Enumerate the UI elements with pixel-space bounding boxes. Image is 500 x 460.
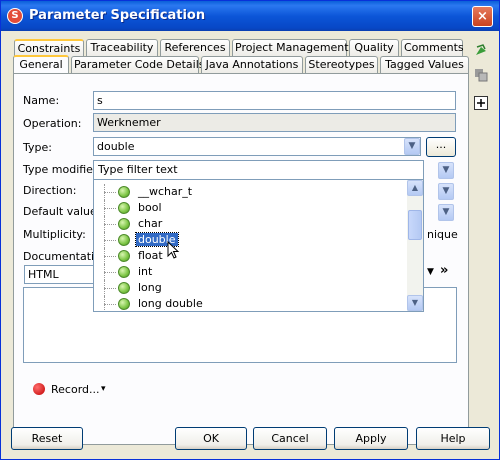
help-button[interactable]: Help <box>416 427 490 450</box>
tab-references[interactable]: References <box>160 39 230 57</box>
tab-parameter-code-details[interactable]: Parameter Code Details <box>71 56 205 74</box>
operation-label: Operation: <box>23 117 82 130</box>
cancel-button[interactable]: Cancel <box>253 427 327 450</box>
type-list-item-label: __wchar_t <box>138 185 193 198</box>
type-list-item[interactable]: float <box>94 248 407 264</box>
type-dropdown-arrow[interactable]: ▼ <box>404 138 420 155</box>
tree-connector-h <box>104 272 116 273</box>
type-modifier-label: Type modifier: <box>23 163 101 176</box>
type-primitive-icon <box>118 298 130 310</box>
app-logo-icon: S <box>7 8 23 24</box>
layers-icon[interactable] <box>473 67 489 83</box>
default-value-label: Default value: <box>23 205 101 218</box>
type-list-item-label: float <box>138 249 163 262</box>
doc-format-combo[interactable]: HTML <box>24 265 94 284</box>
direction-dropdown-arrow[interactable]: ▼ <box>438 183 454 200</box>
type-primitive-icon <box>118 202 130 214</box>
type-list-item[interactable]: double <box>94 232 407 248</box>
type-primitive-icon <box>118 266 130 278</box>
window-title: Parameter Specification <box>29 8 206 23</box>
parameter-specification-dialog: S Parameter Specification × Constraints … <box>0 0 500 460</box>
close-button[interactable]: × <box>472 6 493 27</box>
type-primitive-icon <box>118 250 130 262</box>
apply-button[interactable]: Apply <box>334 427 408 450</box>
type-list-item-label: int <box>138 265 153 278</box>
tree-connector-h <box>104 240 116 241</box>
unique-checkbox-label[interactable]: nique <box>427 228 458 241</box>
record-icon[interactable] <box>33 383 45 395</box>
scroll-up-icon[interactable]: ▲ <box>407 180 423 196</box>
tree-connector-h <box>104 256 116 257</box>
tab-traceability[interactable]: Traceability <box>86 39 158 57</box>
type-list-item[interactable]: char <box>94 216 407 232</box>
doc-more-button[interactable]: » <box>440 263 448 278</box>
type-primitive-icon <box>118 186 130 198</box>
pin-icon[interactable] <box>473 43 489 59</box>
tree-connector-h <box>104 304 116 305</box>
scroll-thumb[interactable] <box>408 210 422 240</box>
type-list-item[interactable]: int <box>94 264 407 280</box>
type-primitive-icon <box>118 234 130 246</box>
tree-connector-h <box>104 192 116 193</box>
type-list: __wchar_tbool char double float int long long … <box>94 180 407 311</box>
operation-field: Werknemer <box>93 113 456 132</box>
tree-connector-h <box>104 208 116 209</box>
type-filter-input[interactable]: Type filter text <box>94 161 423 180</box>
multiplicity-label: Multiplicity: <box>23 228 86 241</box>
tab-comments[interactable]: Comments <box>401 39 464 57</box>
doc-format-arrow-icon[interactable]: ▼ <box>427 267 434 277</box>
ok-button[interactable]: OK <box>175 427 247 450</box>
name-label: Name: <box>23 94 60 107</box>
type-list-item[interactable]: long <box>94 280 407 296</box>
expand-icon[interactable] <box>473 95 489 111</box>
title-bar[interactable]: S Parameter Specification × <box>1 1 499 31</box>
tree-connector-h <box>104 288 116 289</box>
direction-label: Direction: <box>23 184 77 197</box>
dialog-client-area: Constraints Traceability References Proj… <box>4 31 496 457</box>
record-button[interactable]: Record... <box>51 383 100 396</box>
type-label: Type: <box>23 141 52 154</box>
type-primitive-icon <box>118 282 130 294</box>
tab-tagged-values[interactable]: Tagged Values <box>380 56 469 74</box>
type-list-item[interactable]: bool <box>94 200 407 216</box>
type-list-item[interactable]: __wchar_t <box>94 184 407 200</box>
type-list-item[interactable]: long double <box>94 296 407 311</box>
type-modifier-dropdown-arrow[interactable]: ▼ <box>438 162 454 179</box>
type-list-item-label: char <box>138 217 163 230</box>
record-dropdown-arrow[interactable]: ▾ <box>101 384 106 394</box>
mouse-pointer-icon <box>167 241 180 259</box>
scroll-down-icon[interactable]: ▼ <box>407 295 423 311</box>
type-selector-popup: Type filter text __wchar_tbool char double… <box>93 160 424 312</box>
type-primitive-icon <box>118 218 130 230</box>
name-field[interactable]: s <box>93 91 456 110</box>
type-list-scrollbar[interactable]: ▲ ▼ <box>407 180 423 311</box>
tab-general[interactable]: General <box>13 55 69 75</box>
tab-quality[interactable]: Quality <box>349 39 399 57</box>
reset-button[interactable]: Reset <box>11 427 83 450</box>
tab-java-annotations[interactable]: Java Annotations <box>201 56 303 74</box>
type-list-item-label: long double <box>138 297 203 310</box>
type-list-item-label: long <box>138 281 162 294</box>
type-list-item-label: bool <box>138 201 162 214</box>
tab-project-management[interactable]: Project Management <box>232 39 349 57</box>
default-value-dropdown-arrow[interactable]: ▼ <box>438 204 454 221</box>
tab-stereotypes[interactable]: Stereotypes <box>305 56 378 74</box>
type-combo[interactable]: double <box>93 137 421 156</box>
type-browse-button[interactable]: ... <box>426 137 456 157</box>
tree-connector-h <box>104 224 116 225</box>
